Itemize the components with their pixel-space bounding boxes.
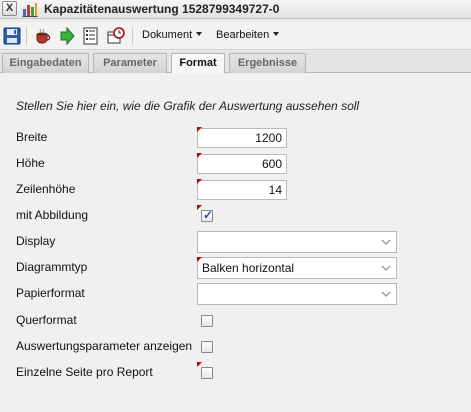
menu-bearbeiten-label: Bearbeiten: [216, 29, 270, 41]
display-select[interactable]: [197, 231, 397, 253]
auswertungsparameter-label: Auswertungsparameter anzeigen: [16, 339, 193, 353]
hoehe-label: Höhe: [16, 156, 45, 170]
toolbar-separator: [132, 27, 133, 45]
required-marker: [197, 153, 202, 158]
required-marker: [197, 362, 202, 367]
hoehe-input[interactable]: 600: [197, 154, 287, 174]
display-label: Display: [16, 234, 56, 248]
required-marker: [197, 205, 202, 210]
intro-text: Stellen Sie hier ein, wie die Grafik der…: [16, 99, 360, 113]
breite-label: Breite: [16, 130, 48, 144]
format-panel: Stellen Sie hier ein, wie die Grafik der…: [0, 73, 471, 412]
save-icon[interactable]: [2, 26, 22, 46]
tab-format[interactable]: Format: [171, 53, 225, 74]
report-list-icon[interactable]: [81, 26, 101, 46]
required-marker: [197, 127, 202, 132]
required-marker: [197, 179, 202, 184]
auswertungsparameter-checkbox[interactable]: [201, 341, 213, 353]
run-arrow-icon[interactable]: [57, 26, 77, 46]
chevron-down-icon: [273, 32, 280, 36]
diagrammtyp-value: Balken horizontal: [202, 261, 295, 275]
zeilenhoehe-input[interactable]: 14: [197, 180, 287, 200]
zeilenhoehe-label: Zeilenhöhe: [16, 182, 76, 196]
coffee-cup-icon[interactable]: [33, 26, 53, 46]
toolbar-separator: [26, 27, 27, 45]
diagrammtyp-select[interactable]: Balken horizontal: [197, 257, 397, 279]
papierformat-label: Papierformat: [16, 286, 85, 300]
menu-dokument[interactable]: Dokument: [142, 29, 203, 41]
close-button[interactable]: X: [2, 1, 17, 16]
einzelne-seite-checkbox[interactable]: [201, 367, 213, 379]
bar-chart-icon: [22, 3, 38, 17]
schedule-clock-icon[interactable]: [106, 26, 126, 46]
chevron-down-icon: [381, 266, 391, 271]
tab-bar: Eingabedaten Parameter Format Ergebnisse: [0, 51, 471, 74]
chevron-down-icon: [381, 240, 391, 245]
tab-ergebnisse[interactable]: Ergebnisse: [229, 53, 306, 73]
querformat-checkbox[interactable]: [201, 315, 213, 327]
papierformat-select[interactable]: [197, 283, 397, 305]
einzelne-seite-label: Einzelne Seite pro Report: [16, 365, 153, 379]
breite-input[interactable]: 1200: [197, 128, 287, 148]
mit-abbildung-checkbox[interactable]: ✓: [201, 208, 214, 222]
tab-eingabedaten[interactable]: Eingabedaten: [2, 53, 89, 73]
window-title: Kapazitätenauswertung 1528799349727-0: [44, 2, 280, 16]
diagrammtyp-label: Diagrammtyp: [16, 260, 88, 274]
check-icon: ✓: [203, 208, 214, 222]
menu-dokument-label: Dokument: [142, 29, 193, 41]
tab-parameter[interactable]: Parameter: [93, 53, 167, 73]
toolbar: Dokument Bearbeiten: [0, 22, 471, 50]
menu-bearbeiten[interactable]: Bearbeiten: [216, 29, 280, 41]
title-bar: X Kapazitätenauswertung 1528799349727-0: [0, 0, 471, 19]
required-marker: [197, 257, 202, 262]
chevron-down-icon: [381, 292, 391, 297]
chevron-down-icon: [196, 32, 203, 36]
querformat-label: Querformat: [16, 313, 77, 327]
mit-abbildung-label: mit Abbildung: [16, 208, 89, 222]
